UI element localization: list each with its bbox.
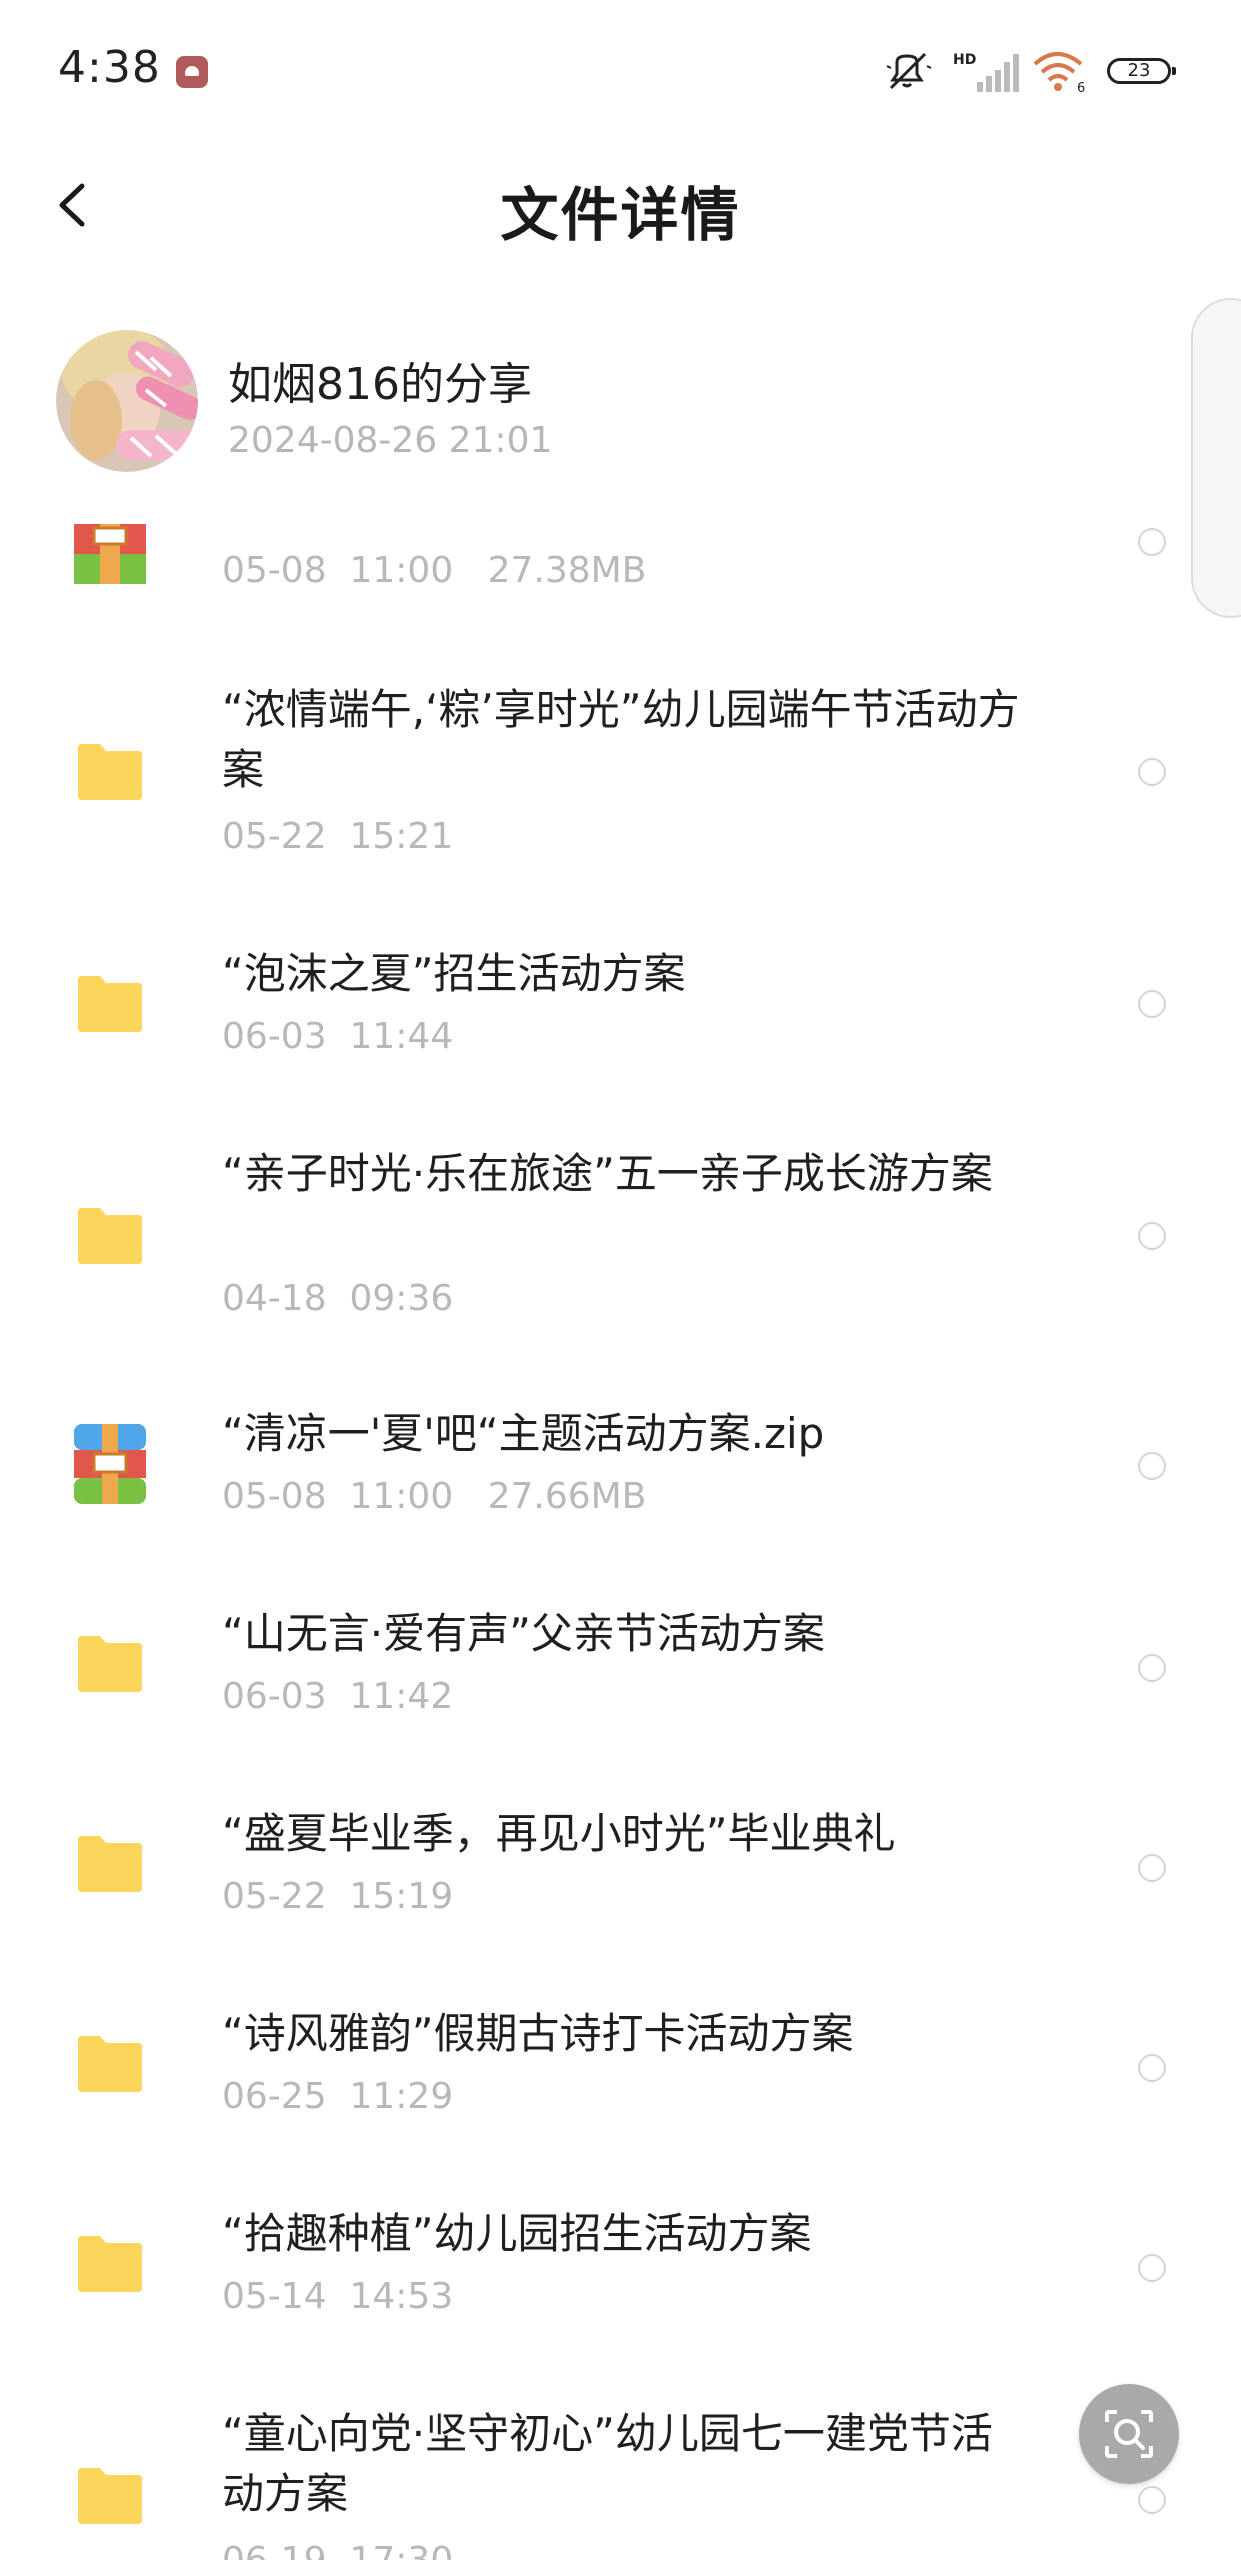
folder-icon <box>78 1208 142 1264</box>
avatar[interactable] <box>56 330 198 472</box>
file-name: “清凉一'夏'吧“主题活动方案.zip <box>222 1409 825 1458</box>
folder-icon <box>78 2236 142 2292</box>
file-name: “浓情端午,‘粽’享时光”幼儿园端午节活动方案 <box>222 685 1020 794</box>
list-item[interactable]: “浓情端午,‘粽’享时光”幼儿园端午节活动方案 05-22 15:21 <box>0 680 1241 880</box>
file-meta: 06-25 11:29 <box>222 2076 454 2117</box>
select-radio[interactable] <box>1138 758 1166 786</box>
status-bar: 4:38 HD 6 23 <box>0 0 1241 140</box>
title-bar: 文件详情 <box>0 140 1241 270</box>
folder-icon <box>78 1836 142 1892</box>
list-item[interactable]: 05-08 11:00 27.38MB <box>0 490 1241 640</box>
status-time: 4:38 <box>58 42 161 93</box>
share-time: 2024-08-26 21:01 <box>228 420 553 461</box>
select-radio[interactable] <box>1138 990 1166 1018</box>
file-name: “山无言·爱有声”父亲节活动方案 <box>222 1609 825 1658</box>
file-meta: 05-22 15:21 <box>222 816 454 857</box>
list-item[interactable]: “泡沫之夏”招生活动方案 06-03 11:44 <box>0 944 1241 1094</box>
file-meta: 04-18 09:36 <box>222 1278 454 1319</box>
file-meta: 05-14 14:53 <box>222 2276 454 2317</box>
list-item[interactable]: “山无言·爱有声”父亲节活动方案 06-03 11:42 <box>0 1604 1241 1754</box>
file-name: “诗风雅韵”假期古诗打卡活动方案 <box>222 2009 854 2058</box>
scan-search-button[interactable] <box>1079 2384 1179 2484</box>
select-radio[interactable] <box>1138 2254 1166 2282</box>
folder-icon <box>78 2468 142 2524</box>
list-item[interactable]: “童心向党·坚守初心”幼儿园七一建党节活动方案 06-19 17:30 <box>0 2404 1241 2560</box>
folder-icon <box>78 744 142 800</box>
app-notification-icon <box>176 56 208 88</box>
file-meta: 06-19 17:30 <box>222 2540 453 2560</box>
select-radio[interactable] <box>1138 528 1166 556</box>
folder-icon <box>78 1636 142 1692</box>
file-name: “盛夏毕业季，再见小时光”毕业典礼 <box>222 1809 896 1858</box>
scan-search-icon <box>1105 2410 1153 2458</box>
select-radio[interactable] <box>1138 2486 1166 2514</box>
select-radio[interactable] <box>1138 1452 1166 1480</box>
list-item[interactable]: “清凉一'夏'吧“主题活动方案.zip 05-08 11:00 27.66MB <box>0 1404 1241 1554</box>
select-radio[interactable] <box>1138 2054 1166 2082</box>
list-item[interactable]: “拾趣种植”幼儿园招生活动方案 05-14 14:53 <box>0 2204 1241 2354</box>
folder-icon <box>78 2036 142 2092</box>
share-title: 如烟816的分享 <box>228 359 532 410</box>
file-meta: 05-22 15:19 <box>222 1876 454 1917</box>
screen: 4:38 HD 6 23 文件详情 如烟816的分享 2024-08-26 21… <box>0 0 1241 2560</box>
file-name: “泡沫之夏”招生活动方案 <box>222 949 686 998</box>
zip-archive-icon <box>74 524 146 584</box>
list-item[interactable]: “诗风雅韵”假期古诗打卡活动方案 06-25 11:29 <box>0 2004 1241 2154</box>
battery-icon: 23 <box>1107 58 1176 84</box>
select-radio[interactable] <box>1138 1854 1166 1882</box>
zip-archive-icon <box>74 1424 146 1504</box>
file-name: “亲子时光·乐在旅途”五一亲子成长游方案 <box>222 1149 993 1198</box>
file-meta: 05-08 11:00 27.66MB <box>222 1476 647 1517</box>
folder-icon <box>78 976 142 1032</box>
list-item[interactable]: “盛夏毕业季，再见小时光”毕业典礼 05-22 15:19 <box>0 1804 1241 1954</box>
file-meta: 06-03 11:42 <box>222 1676 454 1717</box>
status-icons: HD 6 23 <box>841 46 1176 96</box>
signal-icon: HD <box>953 52 1019 92</box>
wifi-label: 6 <box>1077 81 1085 94</box>
network-label: HD <box>953 52 976 68</box>
file-meta: 05-08 11:00 27.38MB <box>222 550 647 591</box>
select-radio[interactable] <box>1138 1654 1166 1682</box>
select-radio[interactable] <box>1138 1222 1166 1250</box>
page-title: 文件详情 <box>500 181 741 249</box>
wifi-icon: 6 <box>1033 52 1085 94</box>
share-header: 如烟816的分享 2024-08-26 21:01 <box>0 320 1241 480</box>
silent-icon <box>886 52 932 90</box>
file-name: “拾趣种植”幼儿园招生活动方案 <box>222 2209 812 2258</box>
file-meta: 06-03 11:44 <box>222 1016 454 1057</box>
list-item[interactable]: “亲子时光·乐在旅途”五一亲子成长游方案 04-18 09:36 <box>0 1144 1241 1344</box>
file-name: “童心向党·坚守初心”幼儿园七一建党节活动方案 <box>222 2409 993 2518</box>
